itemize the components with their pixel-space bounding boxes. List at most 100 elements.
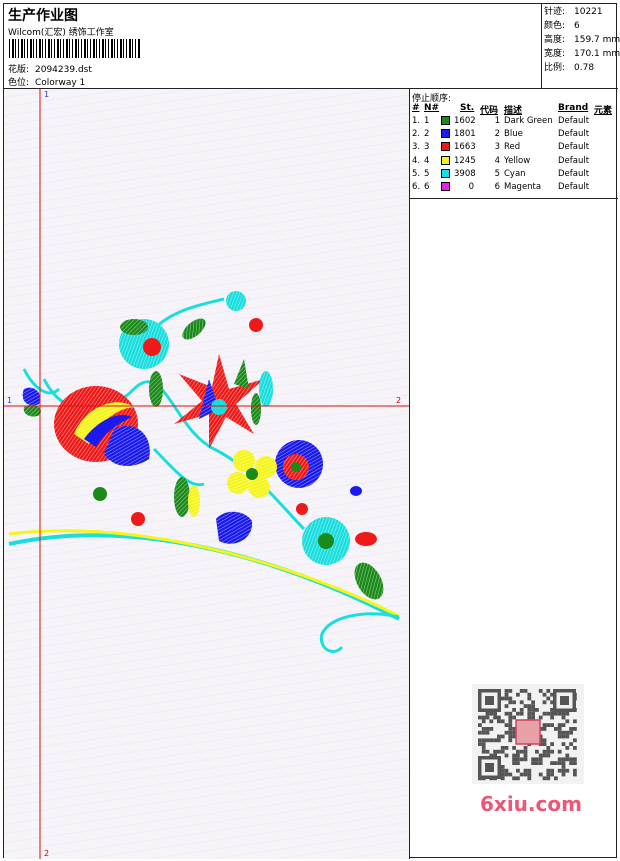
stat-stitches: 针迹: 10221 — [544, 5, 618, 19]
green-leaf-stem-2 — [251, 393, 261, 425]
stats-panel: 针迹: 10221 颜色: 6 高度: 159.7 mm 宽度: 170.1 mm 比例… — [542, 4, 620, 89]
production-sheet: 生产作业图 Wilcom(汇宏) 绣饰工作室 花版: 2094239.dst 色位… — [3, 3, 620, 859]
stat-width: 宽度: 170.1 mm — [544, 47, 620, 61]
stat-scale-value: 0.78 — [574, 63, 595, 73]
row-stitches: 3908 — [454, 168, 476, 179]
green-leaf-stem — [149, 371, 163, 407]
row-stitches: 0 — [468, 181, 474, 192]
stop-sequence-header: # N# St. 代码 描述 Brand 元素 — [410, 103, 618, 116]
blue-bud-left — [22, 387, 41, 406]
stop-sequence-panel: 停止顺序: # N# St. 代码 描述 Brand 元素 1. 1 1602 1 Da… — [410, 89, 618, 199]
blue-berry — [350, 486, 362, 496]
stat-stitches-label: 针迹: — [544, 7, 566, 17]
row-index: 1. — [412, 116, 421, 126]
green-leaf-right — [182, 318, 206, 340]
stat-width-value: 170.1 mm — [574, 49, 620, 59]
sheet-title: 生产作业图 — [8, 8, 78, 24]
watermark-site: 6xiu.com — [480, 792, 582, 816]
col-code: 代码 — [480, 106, 499, 116]
cyan-flower-center — [143, 338, 161, 356]
stat-scale: 比例: 0.78 — [544, 61, 618, 75]
axis-label-h-right: 2 — [396, 396, 402, 405]
col-stitches: St. — [460, 103, 475, 113]
company-name: Wilcom(汇宏) 绣饰工作室 — [8, 28, 114, 38]
cyan-curl — [319, 612, 400, 653]
col-brand: Brand — [558, 103, 589, 113]
stop-row: 1. 1 1602 1 Dark Green Default — [410, 116, 618, 129]
row-stitches: 1602 — [454, 116, 476, 126]
stat-width-label: 宽度: — [544, 49, 566, 59]
red-berry-right — [296, 503, 308, 515]
row-code: 3 — [494, 142, 500, 153]
cyan-flower-lower-center — [318, 533, 334, 549]
row-number: 5 — [424, 168, 430, 179]
red-bud-right — [355, 532, 377, 546]
green-berry — [93, 487, 107, 501]
row-number: 4 — [424, 155, 430, 166]
row-description: Red — [504, 142, 521, 153]
color-swatch — [441, 181, 450, 191]
row-brand: Default — [558, 129, 590, 140]
flower-core — [291, 462, 301, 472]
header-panel: 生产作业图 Wilcom(汇宏) 绣饰工作室 花版: 2094239.dst 色位… — [4, 4, 542, 89]
colorway-label: 色位: — [8, 78, 30, 88]
yellow-leaf-mid — [188, 485, 200, 517]
stat-scale-label: 比例: — [544, 63, 566, 73]
row-description: Blue — [504, 129, 523, 140]
row-code: 1 — [494, 116, 500, 126]
axis-label-h-left: 1 — [7, 396, 13, 405]
stop-sequence-rows: 1. 1 1602 1 Dark Green Default 2. 2 1801 2 Blue Def… — [410, 116, 618, 195]
row-brand: Default — [558, 142, 590, 153]
stat-colors-label: 颜色: — [544, 21, 566, 31]
qr-code-icon — [472, 684, 584, 784]
row-number: 1 — [424, 116, 430, 126]
row-index: 2. — [412, 129, 421, 140]
row-description: Yellow — [504, 155, 531, 166]
stop-row: 4. 4 1245 4 Yellow Default — [410, 155, 618, 169]
design-row: 花版: 2094239.dst — [8, 62, 92, 75]
col-number: N# — [424, 103, 440, 113]
blue-tulip — [216, 511, 253, 544]
col-description: 描述 — [504, 106, 523, 116]
row-number: 6 — [424, 181, 430, 192]
row-code: 4 — [494, 155, 500, 166]
red-berry — [131, 512, 145, 526]
star-center — [211, 399, 227, 415]
stop-sequence-title: 停止顺序: — [412, 94, 452, 104]
green-leaf-top — [120, 319, 148, 335]
row-code: 2 — [494, 129, 500, 140]
barcode — [9, 39, 141, 58]
row-index: 6. — [412, 181, 421, 192]
stop-row: 2. 2 1801 2 Blue Default — [410, 129, 618, 142]
stop-row: 5. 5 3908 5 Cyan Default — [410, 168, 618, 182]
stat-colors-value: 6 — [574, 21, 580, 31]
row-description: Cyan — [504, 168, 526, 179]
qr-code-watermark — [472, 684, 584, 784]
colorway-row: 色位: Colorway 1 — [8, 75, 85, 88]
stat-height-label: 高度: — [544, 35, 566, 45]
stat-stitches-value: 10221 — [574, 7, 603, 17]
red-berry-top — [249, 318, 263, 332]
stat-colors: 颜色: 6 — [544, 19, 618, 33]
row-description: Dark Green — [504, 116, 553, 126]
row-index: 3. — [412, 142, 421, 153]
colorway-value: Colorway 1 — [35, 78, 86, 88]
design-file: 2094239.dst — [35, 65, 92, 75]
col-element: 元素 — [594, 106, 613, 116]
color-swatch — [441, 168, 450, 178]
row-code: 6 — [494, 181, 500, 192]
row-number: 2 — [424, 129, 430, 140]
green-leaf-mid — [174, 477, 190, 517]
color-swatch — [441, 116, 450, 125]
row-brand: Default — [558, 155, 590, 166]
stat-height: 高度: 159.7 mm — [544, 33, 620, 47]
row-brand: Default — [558, 181, 590, 192]
row-index: 5. — [412, 168, 421, 179]
row-stitches: 1245 — [454, 155, 476, 166]
design-canvas[interactable]: 1 2 1 2 — [4, 89, 410, 859]
row-brand: Default — [558, 116, 590, 126]
row-number: 3 — [424, 142, 430, 153]
row-index: 4. — [412, 155, 421, 166]
axis-label-v-bottom: 2 — [44, 849, 50, 858]
row-stitches: 1801 — [454, 129, 476, 140]
